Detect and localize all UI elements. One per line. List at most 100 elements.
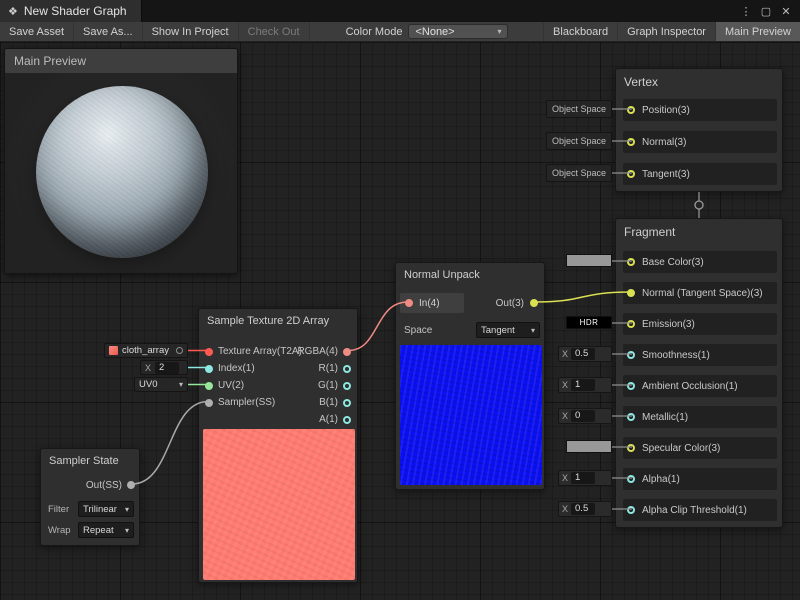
g-port[interactable] <box>343 382 351 390</box>
smoothness-value[interactable]: 0.5 <box>571 348 595 360</box>
base-color-label: Base Color(3) <box>642 257 704 268</box>
main-preview-header[interactable]: Main Preview <box>5 49 237 73</box>
close-icon[interactable]: ✕ <box>776 0 796 22</box>
r-port[interactable] <box>343 365 351 373</box>
uv-port[interactable] <box>205 382 213 390</box>
sampler-out-port[interactable] <box>127 481 135 489</box>
graph-inspector-toggle[interactable]: Graph Inspector <box>617 22 715 41</box>
fragment-emission-row[interactable]: Emission(3) <box>623 313 777 335</box>
unpack-in-row[interactable]: In(4) <box>400 293 464 313</box>
index-input-row[interactable]: Index(1) <box>205 360 255 377</box>
metallic-port[interactable] <box>627 413 635 421</box>
color-mode-dropdown[interactable]: <None> ▾ <box>408 24 508 39</box>
tangent-port[interactable] <box>627 170 635 178</box>
sampler-out-row[interactable]: Out(SS) <box>86 477 135 493</box>
space-dropdown[interactable]: Tangent ▾ <box>476 322 540 338</box>
blackboard-toggle[interactable]: Blackboard <box>543 22 617 41</box>
show-in-project-button[interactable]: Show In Project <box>143 22 239 41</box>
rgba-output-row[interactable]: RGBA(4) <box>297 343 351 360</box>
sampler-input-row[interactable]: Sampler(SS) <box>205 394 275 411</box>
uv-input-row[interactable]: UV(2) <box>205 377 244 394</box>
ambient-occlusion-value[interactable]: 1 <box>571 379 595 391</box>
alpha-field[interactable]: X 1 <box>558 470 612 486</box>
vertex-node[interactable]: Vertex Position(3) Normal(3) Tangent(3) <box>615 68 783 192</box>
specular-color-port[interactable] <box>627 444 635 452</box>
vertex-tangent-row[interactable]: Tangent(3) <box>623 163 777 185</box>
smoothness-field[interactable]: X 0.5 <box>558 346 612 362</box>
index-port[interactable] <box>205 365 213 373</box>
position-port[interactable] <box>627 106 635 114</box>
b-port[interactable] <box>343 399 351 407</box>
maximize-icon[interactable]: ▢ <box>756 0 776 22</box>
main-preview-panel[interactable]: Main Preview <box>4 48 238 274</box>
smoothness-port[interactable] <box>627 351 635 359</box>
tangent-space-dropdown[interactable]: Object Space <box>546 164 612 182</box>
sample-texture-2d-array-node[interactable]: Sample Texture 2D Array Texture Array(T2… <box>198 308 358 583</box>
filter-dropdown[interactable]: Trilinear ▾ <box>78 501 134 517</box>
out-port[interactable] <box>530 299 538 307</box>
object-picker-icon[interactable] <box>176 347 183 354</box>
main-preview-toggle[interactable]: Main Preview <box>715 22 800 41</box>
metallic-value[interactable]: 0 <box>571 410 595 422</box>
uv-channel-dropdown[interactable]: UV0 ▾ <box>134 377 188 392</box>
alpha-clip-field[interactable]: X 0.5 <box>558 501 612 517</box>
position-space-dropdown[interactable]: Object Space <box>546 100 612 118</box>
fragment-node[interactable]: Fragment Base Color(3) Normal (Tangent S… <box>615 218 783 528</box>
texture-array-input-row[interactable]: Texture Array(T2A) <box>205 343 302 360</box>
save-asset-button[interactable]: Save Asset <box>0 22 74 41</box>
toolbar-spacer <box>508 22 543 41</box>
a-output-row[interactable]: A(1) <box>319 411 351 428</box>
vertex-normal-row[interactable]: Normal(3) <box>623 131 777 153</box>
fragment-base-color-row[interactable]: Base Color(3) <box>623 251 777 273</box>
fragment-alpha-clip-row[interactable]: Alpha Clip Threshold(1) <box>623 499 777 521</box>
chevron-down-icon: ▾ <box>125 505 129 514</box>
normal-port[interactable] <box>627 138 635 146</box>
index-value[interactable]: 2 <box>155 362 179 374</box>
emission-color-swatch[interactable]: HDR <box>566 316 612 329</box>
wrap-label: Wrap <box>48 525 71 536</box>
b-output-row[interactable]: B(1) <box>319 394 351 411</box>
ambient-occlusion-port[interactable] <box>627 382 635 390</box>
sampler-port[interactable] <box>205 399 213 407</box>
metallic-label: Metallic(1) <box>642 412 688 423</box>
normal-unpack-node[interactable]: Normal Unpack In(4) Out(3) Space Tangent… <box>395 262 545 490</box>
alpha-value[interactable]: 1 <box>571 472 595 484</box>
tab-new-shader-graph[interactable]: ❖ New Shader Graph <box>0 0 142 22</box>
g-output-row[interactable]: G(1) <box>318 377 351 394</box>
texture-asset-field[interactable]: cloth_array <box>104 343 188 358</box>
fragment-specular-color-row[interactable]: Specular Color(3) <box>623 437 777 459</box>
index-field[interactable]: X 2 <box>140 360 188 375</box>
g-label: G(1) <box>318 380 338 391</box>
check-out-button[interactable]: Check Out <box>239 22 310 41</box>
rgba-port[interactable] <box>343 348 351 356</box>
chevron-down-icon: ▾ <box>179 380 183 389</box>
fragment-normal-row[interactable]: Normal (Tangent Space)(3) <box>623 282 777 304</box>
base-color-port[interactable] <box>627 258 635 266</box>
menu-icon[interactable]: ⋮ <box>736 0 756 22</box>
unpack-out-row[interactable]: Out(3) <box>496 293 538 313</box>
sampler-state-node[interactable]: Sampler State Out(SS) Filter Trilinear ▾… <box>40 448 140 546</box>
base-color-swatch[interactable] <box>566 254 612 267</box>
graph-toolbar: Save Asset Save As... Show In Project Ch… <box>0 22 800 42</box>
in-port[interactable] <box>405 299 413 307</box>
alpha-port[interactable] <box>627 475 635 483</box>
fragment-alpha-row[interactable]: Alpha(1) <box>623 468 777 490</box>
specular-color-swatch[interactable] <box>566 440 612 453</box>
alpha-clip-port[interactable] <box>627 506 635 514</box>
fragment-ambient-occlusion-row[interactable]: Ambient Occlusion(1) <box>623 375 777 397</box>
fragment-smoothness-row[interactable]: Smoothness(1) <box>623 344 777 366</box>
alpha-clip-value[interactable]: 0.5 <box>571 503 595 515</box>
a-port[interactable] <box>343 416 351 424</box>
wrap-dropdown[interactable]: Repeat ▾ <box>78 522 134 538</box>
normal-space-dropdown[interactable]: Object Space <box>546 132 612 150</box>
vertex-position-row[interactable]: Position(3) <box>623 99 777 121</box>
r-output-row[interactable]: R(1) <box>319 360 351 377</box>
normal-tangent-port[interactable] <box>627 289 635 297</box>
texture-array-port[interactable] <box>205 348 213 356</box>
r-label: R(1) <box>319 363 338 374</box>
metallic-field[interactable]: X 0 <box>558 408 612 424</box>
emission-port[interactable] <box>627 320 635 328</box>
save-as-button[interactable]: Save As... <box>74 22 143 41</box>
fragment-metallic-row[interactable]: Metallic(1) <box>623 406 777 428</box>
ambient-occlusion-field[interactable]: X 1 <box>558 377 612 393</box>
